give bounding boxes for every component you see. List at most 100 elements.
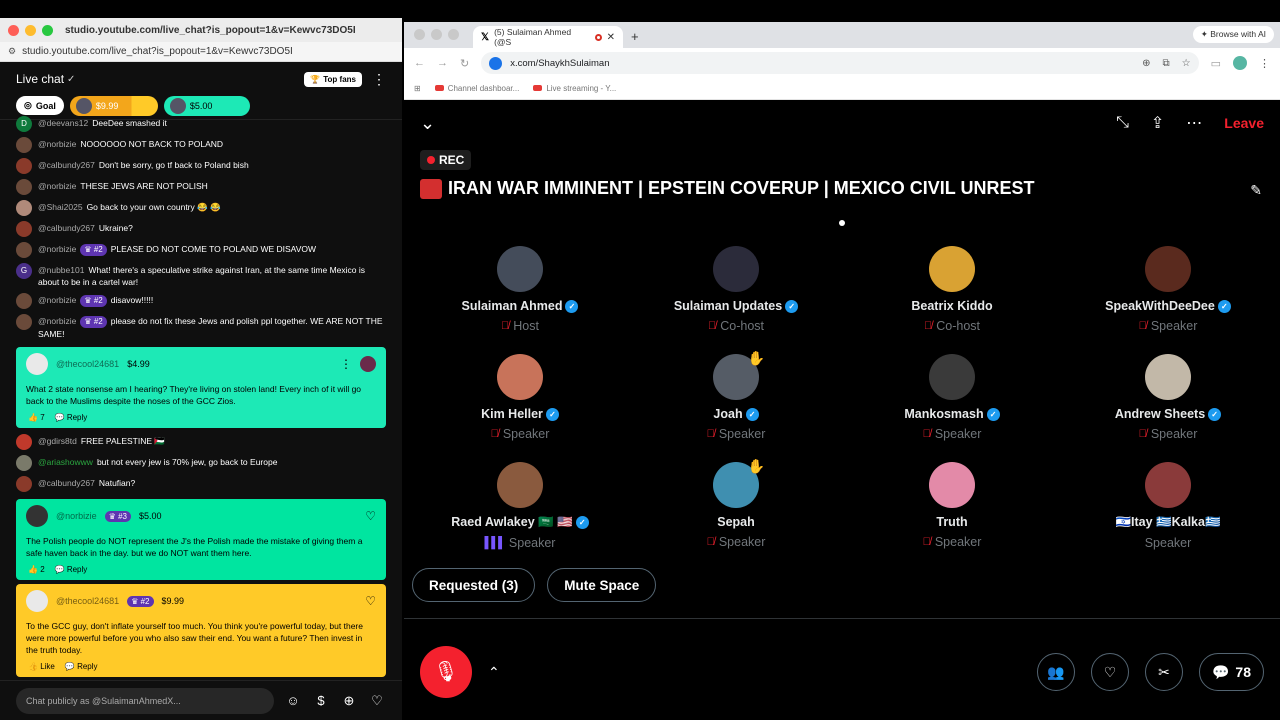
minimize-window-button[interactable] bbox=[431, 29, 442, 40]
author-name[interactable]: @norbizie bbox=[38, 244, 76, 254]
add-icon[interactable]: ⊕ bbox=[340, 693, 358, 709]
speaker-card[interactable]: Raed Awlakey 🇸🇦 🇺🇸 ✓ ▌▌▌ Speaker bbox=[412, 462, 628, 550]
super-chat-card[interactable]: @thecool24681 ♛ #2 $9.99 ♡ To the GCC gu… bbox=[16, 584, 386, 677]
react-heart-button[interactable]: ♡ bbox=[1090, 653, 1129, 691]
leave-button[interactable]: Leave bbox=[1224, 115, 1264, 131]
heart-icon[interactable]: ♡ bbox=[365, 509, 376, 523]
microphone-off-button[interactable]: 🎙 bbox=[420, 646, 472, 698]
chat-message[interactable]: G @nubbe101 What! there's a speculative s… bbox=[16, 261, 386, 291]
clip-button[interactable]: ✂ bbox=[1144, 653, 1183, 691]
speaker-card[interactable]: SpeakWithDeeDee ✓ 🎙̸ Speaker bbox=[1060, 246, 1276, 333]
share-icon[interactable]: ⇪ bbox=[1151, 113, 1164, 133]
reply-button[interactable]: 💬 Reply bbox=[65, 662, 98, 671]
chat-message[interactable]: @ariashowww but not every jew is 70% jew,… bbox=[16, 453, 386, 474]
chevron-down-icon[interactable]: ⌄ bbox=[420, 113, 435, 134]
popout-url-bar[interactable]: ⚙ studio.youtube.com/live_chat?is_popout… bbox=[0, 42, 402, 62]
site-settings-icon[interactable]: ⚙ bbox=[8, 46, 16, 57]
speaker-card[interactable]: Mankosmash ✓ 🎙̸ Speaker bbox=[844, 354, 1060, 441]
chat-message[interactable]: @gdirs8td FREE PALESTINE 🇵🇸 bbox=[16, 432, 386, 453]
chat-message[interactable]: @norbizie THESE JEWS ARE NOT POLISH bbox=[16, 177, 386, 198]
address-bar[interactable]: x.com/ShaykhSulaiman ⊕ ⧉ ☆ bbox=[481, 52, 1199, 74]
like-button[interactable]: 👍 2 bbox=[28, 565, 45, 574]
author-name[interactable]: @ariashowww bbox=[38, 457, 93, 467]
heart-icon[interactable]: ♡ bbox=[368, 693, 386, 709]
reply-button[interactable]: 💬 Reply bbox=[55, 413, 88, 422]
maximize-window-button[interactable] bbox=[42, 24, 53, 36]
chat-input[interactable]: Chat publicly as @SulaimanAhmedX... bbox=[16, 687, 274, 714]
author-name[interactable]: @norbizie bbox=[56, 511, 97, 521]
like-button[interactable]: 👍 7 bbox=[28, 413, 45, 422]
chat-message[interactable]: @norbizie ♛ #2 disavow!!!!! bbox=[16, 291, 386, 312]
speaker-card[interactable]: Beatrix Kiddo 🎙̸ Co-host bbox=[844, 246, 1060, 333]
back-icon[interactable]: ← bbox=[414, 57, 425, 69]
author-name[interactable]: @Shai2025 bbox=[38, 202, 83, 212]
like-button[interactable]: 👍 Like bbox=[28, 662, 55, 671]
speaker-card[interactable]: Sulaiman Ahmed ✓ 🎙̸ Host bbox=[412, 246, 628, 333]
speaker-card[interactable]: Kim Heller ✓ 🎙̸ Speaker bbox=[412, 354, 628, 441]
site-info-icon[interactable] bbox=[489, 56, 503, 70]
speaker-card[interactable]: ✋ Joah ✓ 🎙̸ Speaker bbox=[628, 350, 844, 441]
author-name[interactable]: @norbizie bbox=[38, 295, 76, 305]
chat-message[interactable]: @calbundy267 Don't be sorry, go tf back t… bbox=[16, 156, 386, 177]
chat-message[interactable]: D @deevans12 DeeDee smashed it bbox=[16, 114, 386, 135]
ticker-superchat[interactable]: $9.99 bbox=[69, 95, 158, 116]
close-window-button[interactable] bbox=[414, 29, 425, 40]
super-chat-card[interactable]: @thecool24681 $4.99 ⋮ What 2 state nonse… bbox=[16, 347, 386, 428]
zoom-icon[interactable]: ⊕ bbox=[1142, 58, 1150, 69]
chat-message[interactable]: @norbizie ♛ #2 please do not fix these Jew… bbox=[16, 312, 386, 343]
author-name[interactable]: @nubbe101 bbox=[38, 265, 84, 275]
chat-message[interactable]: @Shai2025 Go back to your own country 😂 😂 bbox=[16, 198, 386, 219]
reload-icon[interactable]: ↻ bbox=[460, 57, 469, 70]
emoji-icon[interactable]: ☺ bbox=[284, 693, 302, 708]
more-options-icon[interactable]: ⋯ bbox=[1186, 113, 1202, 133]
maximize-window-button[interactable] bbox=[448, 29, 459, 40]
heart-icon[interactable]: ♡ bbox=[365, 594, 376, 608]
author-name[interactable]: @calbundy267 bbox=[38, 223, 95, 233]
chat-message[interactable]: @calbundy267 Natufian? bbox=[16, 474, 386, 495]
more-options-icon[interactable]: ⋮ bbox=[340, 357, 352, 371]
chat-message[interactable]: @norbizie NOOOOOO NOT BACK TO POLAND bbox=[16, 135, 386, 156]
browse-with-ai-button[interactable]: ✦ Browse with AI bbox=[1192, 26, 1274, 43]
super-chat-card[interactable]: @norbizie ♛ #3 $5.00 ♡ The Polish people… bbox=[16, 499, 386, 580]
bookmark-item[interactable]: Live streaming - Y... bbox=[533, 84, 616, 93]
side-panel-icon[interactable]: ▭ bbox=[1211, 57, 1221, 70]
top-fans-button[interactable]: 🏆 Top fans bbox=[304, 71, 362, 87]
author-name[interactable]: @thecool24681 bbox=[56, 359, 119, 369]
author-name[interactable]: @gdirs8td bbox=[38, 436, 77, 446]
comments-button[interactable]: 💬 78 bbox=[1198, 653, 1264, 691]
speaker-card[interactable]: Andrew Sheets ✓ 🎙̸ Speaker bbox=[1060, 354, 1276, 441]
reply-button[interactable]: 💬 Reply bbox=[55, 565, 88, 574]
chat-message[interactable]: @calbundy267 Ukraine? bbox=[16, 219, 386, 240]
speaker-card[interactable]: Truth 🎙̸ Speaker bbox=[844, 462, 1060, 549]
speaker-card[interactable]: ✋ Sepah 🎙̸ Speaker bbox=[628, 458, 844, 549]
people-button[interactable]: 👥 bbox=[1036, 653, 1075, 691]
forward-icon[interactable]: → bbox=[437, 57, 448, 69]
new-tab-button[interactable]: + bbox=[631, 29, 639, 44]
chrome-menu-icon[interactable]: ⋮ bbox=[1259, 57, 1270, 70]
profile-avatar[interactable] bbox=[1233, 56, 1247, 70]
goal-button[interactable]: ◎ Goal bbox=[16, 96, 64, 115]
ticker-superchat[interactable]: $5.00 bbox=[163, 95, 250, 116]
bookmark-star-icon[interactable]: ☆ bbox=[1182, 58, 1191, 69]
speaker-card[interactable]: Sulaiman Updates ✓ 🎙̸ Co-host bbox=[628, 246, 844, 333]
edit-icon[interactable]: ✎ bbox=[1250, 182, 1262, 199]
mute-space-button[interactable]: Mute Space bbox=[547, 568, 657, 602]
chat-message[interactable]: @norbizie ♛ #2 PLEASE DO NOT COME TO POLAN… bbox=[16, 240, 386, 261]
author-name[interactable]: @norbizie bbox=[38, 316, 76, 326]
apps-icon[interactable]: ⊞ bbox=[414, 84, 421, 93]
more-options-icon[interactable]: ⋮ bbox=[372, 72, 386, 86]
super-chat-icon[interactable]: $ bbox=[312, 693, 330, 708]
speaker-card[interactable]: 🇮🇱Itay 🇬🇷Kalka🇬🇷 Speaker bbox=[1060, 462, 1276, 550]
install-icon[interactable]: ⧉ bbox=[1162, 58, 1169, 69]
close-icon[interactable]: ✕ bbox=[607, 32, 615, 43]
minimize-icon[interactable]: ⤡ bbox=[1116, 114, 1129, 132]
chevron-up-icon[interactable]: ⌃ bbox=[488, 664, 500, 681]
close-window-button[interactable] bbox=[8, 24, 19, 36]
author-name[interactable]: @norbizie bbox=[38, 181, 76, 191]
author-name[interactable]: @calbundy267 bbox=[38, 160, 95, 170]
bookmark-item[interactable]: Channel dashboar... bbox=[434, 84, 519, 93]
author-name[interactable]: @thecool24681 bbox=[56, 596, 119, 606]
browser-tab[interactable]: 𝕏 (5) Sulaiman Ahmed (@S ✕ bbox=[473, 26, 623, 48]
author-name[interactable]: @norbizie bbox=[38, 139, 76, 149]
requested-button[interactable]: Requested (3) bbox=[412, 568, 536, 602]
